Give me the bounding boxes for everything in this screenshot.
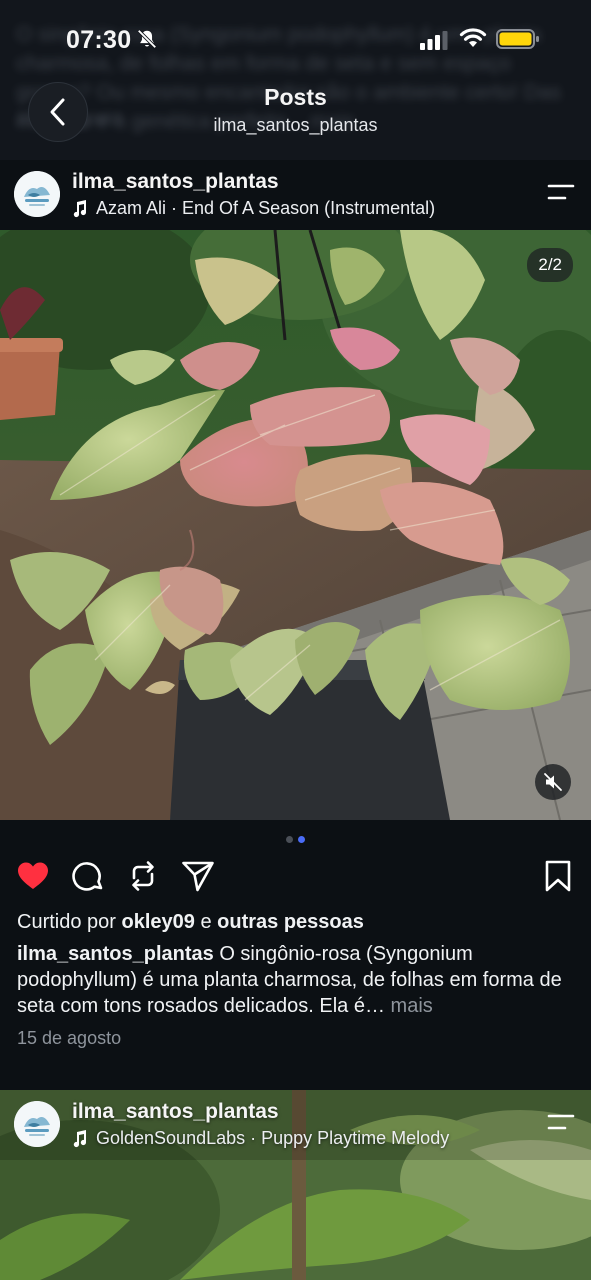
next-post[interactable]: ilma_santos_plantas GoldenSoundLabs · Pu…	[0, 1090, 591, 1280]
heart-filled-icon[interactable]	[15, 858, 51, 894]
menu-icon[interactable]	[547, 1112, 575, 1132]
post-actions	[0, 858, 591, 898]
battery-icon	[496, 29, 539, 49]
wifi-icon	[459, 28, 487, 47]
next-post-username[interactable]: ilma_santos_plantas	[72, 1100, 279, 1124]
likes-user[interactable]: okley09	[122, 911, 195, 933]
speaker-muted-icon	[544, 773, 562, 791]
next-post-header: ilma_santos_plantas GoldenSoundLabs · Pu…	[0, 1090, 591, 1160]
page-subtitle[interactable]: ilma_santos_plantas	[0, 115, 591, 136]
avatar[interactable]	[14, 171, 60, 217]
profile-logo-icon	[14, 171, 60, 217]
likes-others[interactable]: outras pessoas	[217, 911, 364, 933]
status-time: 07:30	[66, 26, 132, 54]
likes-conjunction: e	[200, 911, 212, 933]
music-info[interactable]: Azam Ali · End Of A Season (Instrumental…	[72, 198, 435, 219]
music-note-icon	[73, 199, 87, 217]
bell-slash-icon	[137, 29, 157, 49]
next-post-music-info[interactable]: GoldenSoundLabs · Puppy Playtime Melody	[72, 1128, 449, 1149]
carousel-indicator	[0, 836, 591, 843]
next-post-avatar[interactable]	[14, 1101, 60, 1147]
post-username[interactable]: ilma_santos_plantas	[72, 170, 279, 194]
music-track: Azam Ali · End Of A Season (Instrumental…	[96, 198, 436, 218]
menu-icon[interactable]	[547, 182, 575, 202]
likes-prefix: Curtido por	[17, 911, 116, 933]
top-bar: O singônio-rosa (Syngonium podophyllum) …	[0, 0, 591, 160]
carousel-counter: 2/2	[527, 248, 573, 282]
mute-button[interactable]	[535, 764, 571, 800]
post-caption: ilma_santos_plantas O singônio-rosa (Syn…	[17, 941, 577, 1019]
music-note-icon	[73, 1129, 87, 1147]
profile-logo-icon	[14, 1101, 60, 1147]
plant-photo-image	[0, 230, 591, 820]
page-title: Posts	[264, 84, 327, 110]
repost-icon[interactable]	[125, 858, 161, 894]
caption-more-link[interactable]: mais	[391, 995, 433, 1017]
next-post-music-track: GoldenSoundLabs · Puppy Playtime Melody	[96, 1128, 450, 1148]
caption-username[interactable]: ilma_santos_plantas	[17, 943, 214, 965]
share-icon[interactable]	[180, 858, 216, 894]
comment-icon[interactable]	[70, 858, 106, 894]
carousel-dot-2-active	[298, 836, 305, 843]
bookmark-icon[interactable]	[540, 858, 576, 894]
signal-icon	[420, 31, 448, 50]
carousel-dot-1	[286, 836, 293, 843]
likes-summary[interactable]: Curtido por okley09 e outras pessoas	[17, 911, 364, 934]
post-date: 15 de agosto	[17, 1028, 122, 1048]
post-header: ilma_santos_plantas Azam Ali · End Of A …	[0, 160, 591, 230]
post-photo[interactable]: 2/2	[0, 230, 591, 820]
